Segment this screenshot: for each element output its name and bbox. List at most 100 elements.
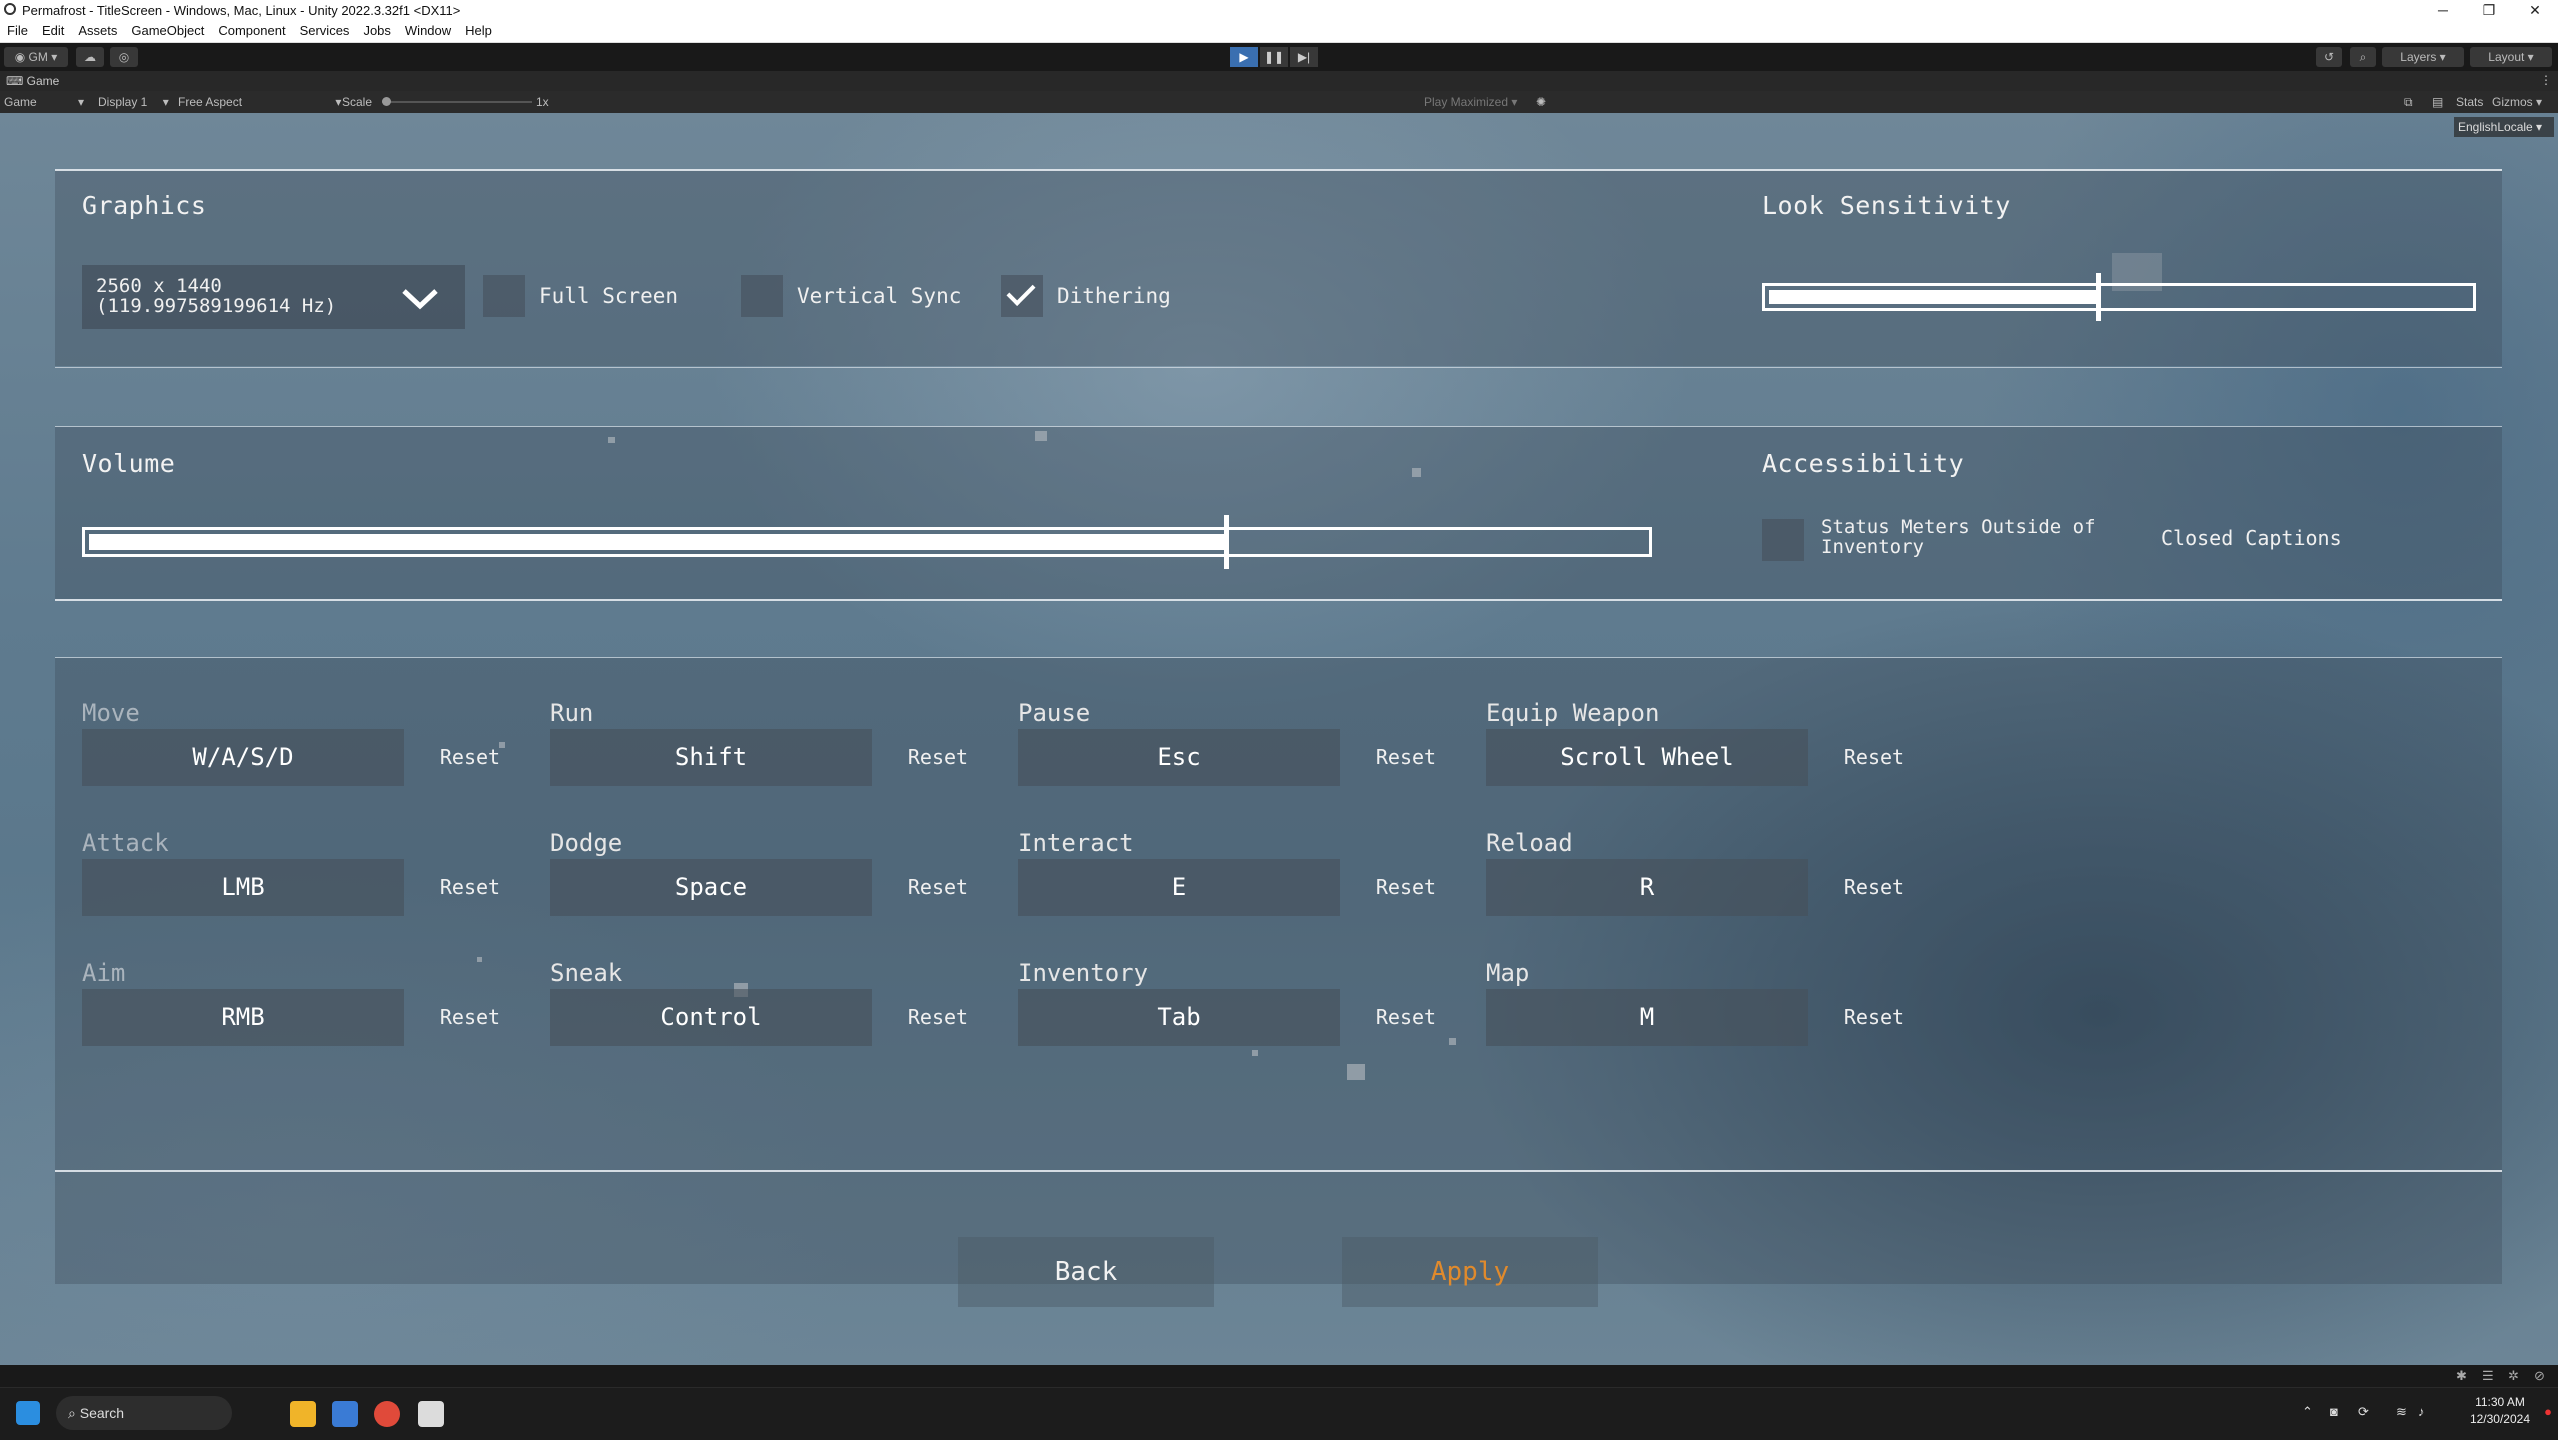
keybind-label-equip-weapon: Equip Weapon xyxy=(1486,699,1660,727)
menu-help[interactable]: Help xyxy=(458,21,499,38)
volume-icon[interactable]: ♪ xyxy=(2418,1404,2425,1419)
scale-slider[interactable] xyxy=(382,97,532,106)
keybind-button-equip-weapon[interactable]: Scroll Wheel xyxy=(1486,729,1808,786)
menu-services[interactable]: Services xyxy=(293,21,357,38)
volume-slider[interactable] xyxy=(82,527,1652,557)
reset-button-dodge[interactable]: Reset xyxy=(898,859,978,916)
game-mode-dropdown[interactable]: Game ▾ xyxy=(4,95,84,109)
menu-file[interactable]: File xyxy=(0,21,35,38)
cache-icon[interactable]: ⊘ xyxy=(2534,1368,2545,1384)
unity-taskbar-icon[interactable] xyxy=(418,1401,444,1427)
menu-edit[interactable]: Edit xyxy=(35,21,71,38)
reset-button-interact[interactable]: Reset xyxy=(1366,859,1446,916)
keybind-label-run: Run xyxy=(550,699,594,727)
vsync-checkbox[interactable] xyxy=(741,275,783,317)
dropdown-arrow-icon: ▾ xyxy=(335,95,342,109)
reset-button-move[interactable]: Reset xyxy=(430,729,510,786)
keybind-button-attack[interactable]: LMB xyxy=(82,859,404,916)
tab-game[interactable]: ⌨ Game xyxy=(6,74,59,88)
reset-button-inventory[interactable]: Reset xyxy=(1366,989,1446,1046)
stats-button[interactable]: Stats xyxy=(2456,95,2483,109)
display-dropdown[interactable]: Display 1 ▾ xyxy=(98,95,169,109)
reset-button-run[interactable]: Reset xyxy=(898,729,978,786)
frame-debug-icon[interactable]: ⧉ xyxy=(2404,95,2413,110)
layout-dropdown[interactable]: Layout ▾ xyxy=(2470,47,2552,67)
play-button[interactable]: ▶ xyxy=(1230,47,1258,67)
notification-icon[interactable]: ● xyxy=(2544,1404,2552,1419)
keybind-button-dodge[interactable]: Space xyxy=(550,859,872,916)
bug-icon[interactable]: ✱ xyxy=(2456,1368,2467,1384)
search-icon: ⌕ xyxy=(68,1405,80,1421)
look-sensitivity-slider[interactable] xyxy=(1762,283,2476,311)
aspect-toggle-icon[interactable]: ▤ xyxy=(2432,95,2443,109)
collab-button[interactable]: ◎ xyxy=(110,47,138,67)
keybind-button-map[interactable]: M xyxy=(1486,989,1808,1046)
menu-jobs[interactable]: Jobs xyxy=(356,21,397,38)
play-maximized-dropdown[interactable]: Play Maximized ▾ xyxy=(1424,95,1517,109)
discord-icon[interactable]: ◙ xyxy=(2330,1404,2338,1419)
wifi-icon[interactable]: ≋ xyxy=(2396,1404,2407,1420)
aspect-dropdown[interactable]: Free Aspect ▾ xyxy=(178,95,341,109)
keybind-button-inventory[interactable]: Tab xyxy=(1018,989,1340,1046)
resolution-dropdown[interactable]: 2560 x 1440 (119.997589199614 Hz) xyxy=(82,265,465,329)
windows-start-icon[interactable] xyxy=(16,1401,40,1425)
minimize-button[interactable]: ─ xyxy=(2420,0,2466,21)
tray-chevron-icon[interactable]: ⌃ xyxy=(2302,1404,2313,1420)
step-button[interactable]: ▶| xyxy=(1290,47,1318,67)
dithering-checkbox[interactable] xyxy=(1001,275,1043,317)
settings-icon[interactable]: ✲ xyxy=(2508,1368,2519,1384)
keybind-button-move[interactable]: W/A/S/D xyxy=(82,729,404,786)
undo-history-button[interactable]: ↺ xyxy=(2316,47,2342,67)
close-button[interactable]: ✕ xyxy=(2512,0,2558,21)
keybind-label-sneak: Sneak xyxy=(550,959,623,987)
reset-button-reload[interactable]: Reset xyxy=(1834,859,1914,916)
notepad-icon[interactable] xyxy=(332,1401,358,1427)
search-button[interactable]: ⌕ xyxy=(2350,47,2376,67)
reset-button-equip-weapon[interactable]: Reset xyxy=(1834,729,1914,786)
reset-button-attack[interactable]: Reset xyxy=(430,859,510,916)
chevron-down-icon xyxy=(402,289,438,310)
volume-handle[interactable] xyxy=(1224,515,1230,569)
menu-component[interactable]: Component xyxy=(211,21,292,38)
keybind-button-run[interactable]: Shift xyxy=(550,729,872,786)
cloud-button[interactable]: ☁ xyxy=(76,47,104,67)
keybind-button-pause[interactable]: Esc xyxy=(1018,729,1340,786)
status-meters-label: Status Meters Outside of Inventory xyxy=(1821,516,2096,558)
gizmos-dropdown[interactable]: Gizmos ▾ xyxy=(2492,95,2542,109)
locale-dropdown[interactable]: EnglishLocale ▾ xyxy=(2454,117,2554,137)
status-meters-checkbox[interactable] xyxy=(1762,519,1804,561)
look-sensitivity-title: Look Sensitivity xyxy=(1762,191,2011,220)
menu-assets[interactable]: Assets xyxy=(71,21,124,38)
keybind-button-sneak[interactable]: Control xyxy=(550,989,872,1046)
fullscreen-checkbox[interactable] xyxy=(483,275,525,317)
chrome-icon[interactable] xyxy=(374,1401,400,1427)
layers-icon[interactable]: ☰ xyxy=(2482,1368,2494,1384)
reset-button-pause[interactable]: Reset xyxy=(1366,729,1446,786)
keybind-button-interact[interactable]: E xyxy=(1018,859,1340,916)
keybind-button-aim[interactable]: RMB xyxy=(82,989,404,1046)
apply-button[interactable]: Apply xyxy=(1342,1237,1598,1307)
reset-button-aim[interactable]: Reset xyxy=(430,989,510,1046)
tab-menu-icon[interactable]: ⋮ xyxy=(2540,73,2552,87)
menu-bar: File Edit Assets GameObject Component Service… xyxy=(0,21,2558,43)
layers-dropdown[interactable]: Layers ▾ xyxy=(2382,47,2464,67)
reset-button-sneak[interactable]: Reset xyxy=(898,989,978,1046)
file-explorer-icon[interactable] xyxy=(290,1401,316,1427)
sync-icon[interactable]: ⟳ xyxy=(2358,1404,2369,1420)
menu-gameobject[interactable]: GameObject xyxy=(124,21,211,38)
maximize-button[interactable]: ❐ xyxy=(2466,0,2512,21)
scale-slider-handle[interactable] xyxy=(382,97,391,106)
menu-window[interactable]: Window xyxy=(398,21,458,38)
account-button[interactable]: ◉ GM ▾ xyxy=(4,47,68,67)
tray-clock[interactable]: 11:30 AM 12/30/2024 xyxy=(2470,1394,2530,1428)
pause-button[interactable]: ❚❚ xyxy=(1260,47,1288,67)
look-sensitivity-handle[interactable] xyxy=(2095,273,2101,321)
taskbar-search[interactable]: ⌕ Search xyxy=(56,1396,232,1430)
volume-fill xyxy=(89,534,1230,550)
mute-audio-icon[interactable]: ✺ xyxy=(1536,95,1546,109)
closed-captions-label[interactable]: Closed Captions xyxy=(2161,526,2342,550)
reset-button-map[interactable]: Reset xyxy=(1834,989,1914,1046)
back-button[interactable]: Back xyxy=(958,1237,1214,1307)
fullscreen-label: Full Screen xyxy=(539,284,679,308)
keybind-button-reload[interactable]: R xyxy=(1486,859,1808,916)
